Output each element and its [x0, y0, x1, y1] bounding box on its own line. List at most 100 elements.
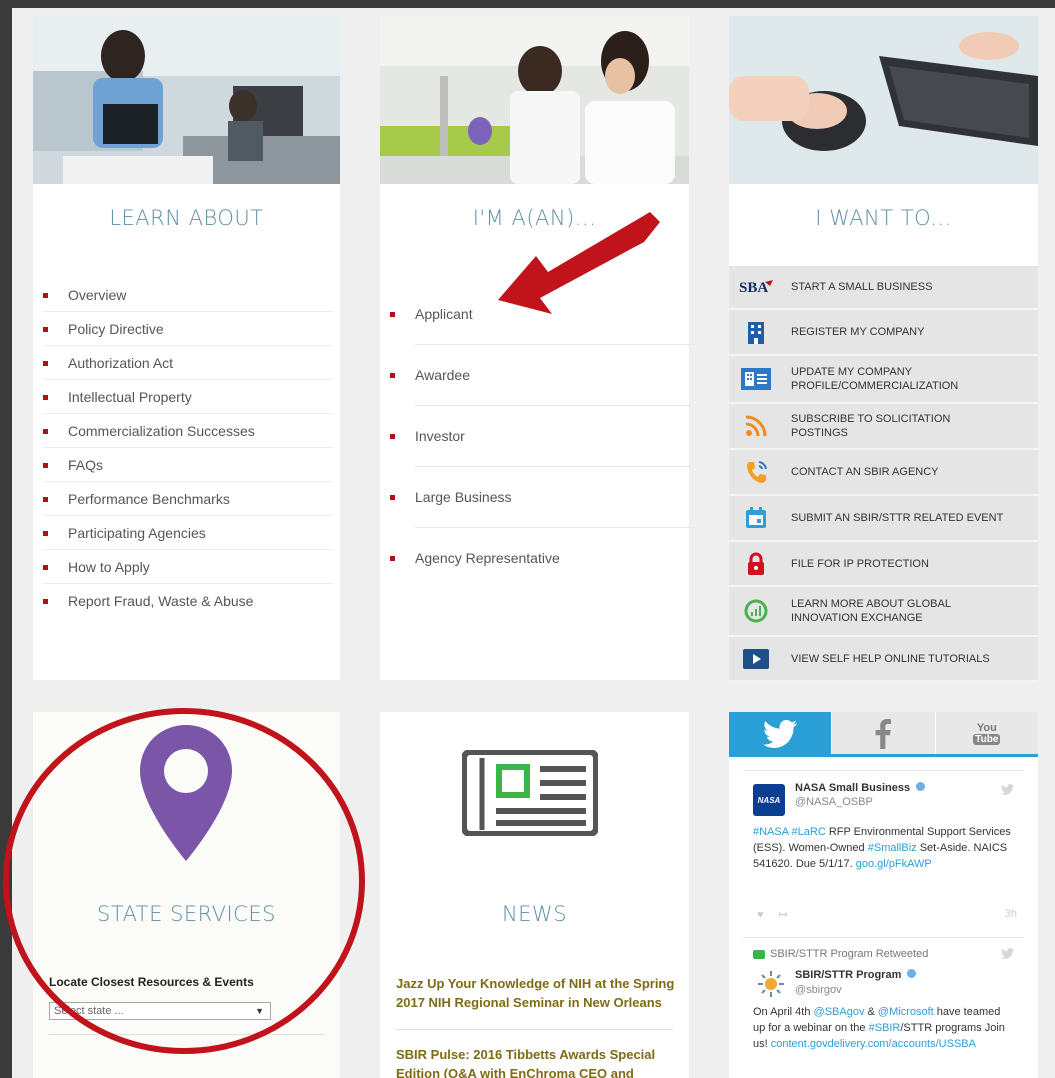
i-want-to-item-label[interactable]: FILE FOR IP PROTECTION [791, 557, 929, 571]
learn-about-item[interactable]: Performance Benchmarks [43, 482, 333, 516]
calendar-icon [739, 505, 773, 531]
tweet-1-actions: ♥ ↦ 3h [757, 908, 1017, 921]
i-want-to-item-label[interactable]: SUBSCRIBE TO SOLICITATION POSTINGS [791, 412, 950, 440]
learn-about-item[interactable]: Participating Agencies [43, 516, 333, 550]
learn-about-item-label[interactable]: Commercialization Successes [68, 423, 255, 439]
tweet-divider-top [743, 770, 1024, 771]
i-want-to-item[interactable]: SUBSCRIBE TO SOLICITATION POSTINGS [729, 404, 1038, 450]
learn-about-item-label[interactable]: Performance Benchmarks [68, 491, 230, 507]
learn-about-item-label[interactable]: How to Apply [68, 559, 150, 575]
sbir-avatar [758, 971, 784, 997]
bullet-icon [43, 361, 48, 366]
tab-twitter[interactable] [729, 712, 832, 756]
im-a-card: I'M A(AN)... Applicant Awardee Investor Lar… [380, 16, 690, 680]
learn-about-title: LEARN ABOUT [109, 206, 264, 230]
verified-icon [907, 969, 917, 978]
im-a-item-label[interactable]: Large Business [415, 489, 512, 505]
bullet-icon [43, 327, 48, 332]
like-icon[interactable]: ♥ [757, 909, 764, 921]
i-want-to-item[interactable]: SUBMIT AN SBIR/STTR RELATED EVENT [729, 496, 1038, 542]
im-a-item[interactable]: Investor [390, 406, 690, 467]
phone-icon [739, 459, 773, 485]
news-icon [462, 750, 598, 836]
learn-about-item-label[interactable]: Policy Directive [68, 321, 164, 337]
social-tabs: You Tube [729, 712, 1038, 756]
i-want-to-item[interactable]: VIEW SELF HELP ONLINE TUTORIALS [729, 637, 1038, 682]
i-want-to-item-label[interactable]: REGISTER MY COMPANY [791, 325, 924, 339]
i-want-to-item-label[interactable]: VIEW SELF HELP ONLINE TUTORIALS [791, 652, 990, 666]
news-divider [396, 1029, 673, 1030]
tab-facebook[interactable] [831, 712, 935, 756]
i-want-to-item-label[interactable]: UPDATE MY COMPANY PROFILE/COMMERCIALIZATI… [791, 365, 958, 393]
im-a-list: Applicant Awardee Investor Large Business Ag… [390, 284, 690, 589]
bullet-icon [43, 429, 48, 434]
learn-about-item-label[interactable]: Authorization Act [68, 355, 173, 371]
tweet-1-handle[interactable]: @NASA_OSBP [795, 796, 873, 808]
im-a-item-label[interactable]: Awardee [415, 367, 470, 383]
learn-about-item[interactable]: Intellectual Property [43, 380, 333, 414]
im-a-item[interactable]: Large Business [390, 467, 690, 528]
i-want-to-item[interactable]: LEARN MORE ABOUT GLOBAL INNOVATION EXCHAN… [729, 587, 1038, 637]
i-want-to-item[interactable]: UPDATE MY COMPANY PROFILE/COMMERCIALIZATI… [729, 356, 1038, 404]
im-a-item-label[interactable]: Agency Representative [415, 550, 560, 566]
learn-about-item-label[interactable]: Participating Agencies [68, 525, 206, 541]
bullet-icon [390, 312, 395, 317]
bullet-icon [43, 565, 48, 570]
tweet-2-author[interactable]: SBIR/STTR Program [795, 969, 901, 981]
sba-logo-icon: SBA [739, 274, 773, 300]
learn-about-item-label[interactable]: Intellectual Property [68, 389, 192, 405]
bullet-icon [390, 556, 395, 561]
learn-about-item[interactable]: Authorization Act [43, 346, 333, 380]
office-photo [33, 16, 340, 184]
annotation-circle [3, 708, 365, 1054]
im-a-item[interactable]: Awardee [390, 345, 690, 406]
lock-icon [739, 551, 773, 577]
learn-about-item[interactable]: FAQs [43, 448, 333, 482]
i-want-to-item[interactable]: SBA START A SMALL BUSINESS [729, 266, 1038, 310]
learn-about-item-label[interactable]: Overview [68, 287, 126, 303]
learn-about-item-label[interactable]: FAQs [68, 457, 103, 473]
i-want-to-item-label[interactable]: SUBMIT AN SBIR/STTR RELATED EVENT [791, 511, 1003, 525]
rss-icon [739, 413, 773, 439]
page-frame-top [0, 0, 1055, 8]
bullet-icon [43, 463, 48, 468]
learn-about-item[interactable]: Policy Directive [43, 312, 333, 346]
retweet-icon [753, 949, 765, 959]
globe-exchange-icon [739, 598, 773, 624]
news-link-2[interactable]: SBIR Pulse: 2016 Tibbetts Awards Special… [396, 1045, 681, 1078]
im-a-item-label[interactable]: Investor [415, 428, 465, 444]
learn-about-item[interactable]: Overview [43, 278, 333, 312]
i-want-to-item-label[interactable]: CONTACT AN SBIR AGENCY [791, 465, 939, 479]
tweet-1-text: #NASA #LaRC RFP Environmental Support Se… [753, 826, 1011, 870]
news-title: NEWS [501, 902, 568, 926]
bullet-icon [43, 395, 48, 400]
learn-about-item[interactable]: Report Fraud, Waste & Abuse [43, 584, 333, 618]
learn-about-item[interactable]: How to Apply [43, 550, 333, 584]
share-icon[interactable]: ↦ [779, 909, 788, 921]
tweet-2-handle[interactable]: @sbirgov [795, 984, 842, 996]
tweet-1-author[interactable]: NASA Small Business [795, 782, 910, 794]
annotation-arrow [498, 212, 660, 314]
i-want-to-card: I WANT TO... SBA START A SMALL BUSINESS RE… [729, 16, 1038, 682]
i-want-to-item-label[interactable]: START A SMALL BUSINESS [791, 280, 932, 294]
video-play-icon [739, 646, 773, 672]
facebook-icon [876, 719, 892, 749]
verified-icon [916, 782, 926, 791]
bullet-icon [43, 531, 48, 536]
learn-about-item[interactable]: Commercialization Successes [43, 414, 333, 448]
bullet-icon [43, 497, 48, 502]
im-a-item-label[interactable]: Applicant [415, 306, 473, 322]
i-want-to-item-label[interactable]: LEARN MORE ABOUT GLOBAL INNOVATION EXCHAN… [791, 597, 951, 625]
youtube-icon: You Tube [973, 722, 1001, 745]
i-want-to-list: SBA START A SMALL BUSINESS REGISTER MY COM… [729, 266, 1038, 682]
i-want-to-title: I WANT TO... [815, 206, 952, 230]
news-link-1[interactable]: Jazz Up Your Knowledge of NIH at the Spr… [396, 974, 681, 1012]
i-want-to-item[interactable]: CONTACT AN SBIR AGENCY [729, 450, 1038, 496]
tab-youtube[interactable]: You Tube [934, 712, 1038, 756]
im-a-item[interactable]: Agency Representative [390, 528, 690, 589]
i-want-to-item[interactable]: REGISTER MY COMPANY [729, 310, 1038, 356]
i-want-to-item[interactable]: FILE FOR IP PROTECTION [729, 542, 1038, 587]
learn-about-item-label[interactable]: Report Fraud, Waste & Abuse [68, 593, 253, 609]
lab-scientists-photo [380, 16, 689, 184]
bullet-icon [390, 373, 395, 378]
